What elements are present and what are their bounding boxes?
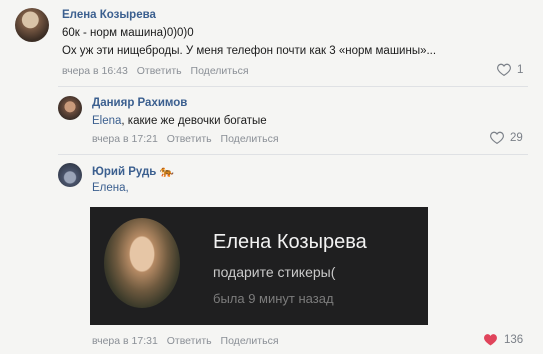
comment-author[interactable]: Елена Козырева [62,9,156,21]
profile-name: Елена Козырева [213,231,367,253]
comment-meta: вчера в 17:31 Ответить Поделиться [92,335,285,347]
mention-link[interactable]: Елена, [92,182,129,194]
share-button[interactable]: Поделиться [221,335,279,347]
share-button[interactable]: Поделиться [191,65,249,77]
heart-outline-icon [490,131,504,144]
comment-meta: вчера в 16:43 Ответить Поделиться [62,65,255,77]
avatar[interactable] [15,8,49,42]
comment-text-line-1: 60к - норм машина)0)0)0 [62,27,194,39]
profile-photo [104,218,180,308]
comment-text: Elena, какие же девочки богатые [92,115,267,127]
comment-text-body: , какие же девочки богатые [121,115,267,127]
like-count: 29 [510,131,523,144]
comment-text-line-2: Ох уж эти нищеброды. У меня телефон почт… [62,45,437,57]
like-count: 1 [517,63,524,76]
like-count: 136 [504,333,524,346]
like-button[interactable]: 29 [490,131,523,144]
attached-image[interactable]: Елена Козырева подарите стикеры( была 9 … [90,207,428,325]
reply-button[interactable]: Ответить [167,133,212,145]
profile-status: подарите стикеры( [213,264,336,280]
comment-time[interactable]: вчера в 16:43 [62,65,128,77]
share-button[interactable]: Поделиться [221,133,279,145]
comment-text: Елена, [92,182,129,194]
author-name[interactable]: Юрий Рудь [92,166,156,178]
comment-time[interactable]: вчера в 17:31 [92,335,158,347]
avatar[interactable] [58,96,82,120]
heart-filled-icon [484,334,497,346]
like-button[interactable]: 1 [497,63,523,76]
last-seen: была 9 минут назад [213,291,334,306]
comment-time[interactable]: вчера в 17:21 [92,133,158,145]
avatar[interactable] [58,163,82,187]
divider [58,154,528,155]
mention-link[interactable]: Elena [92,115,121,127]
heart-outline-icon [497,63,511,76]
comment-author[interactable]: Юрий Рудь 🐅 [92,164,174,178]
reply-button[interactable]: Ответить [167,335,212,347]
tiger-badge-icon: 🐅 [159,166,174,178]
reply-button[interactable]: Ответить [137,65,182,77]
divider [58,86,528,87]
like-button[interactable]: 136 [483,333,523,346]
comment-author[interactable]: Данияр Рахимов [92,97,187,109]
comment-meta: вчера в 17:21 Ответить Поделиться [92,133,285,145]
